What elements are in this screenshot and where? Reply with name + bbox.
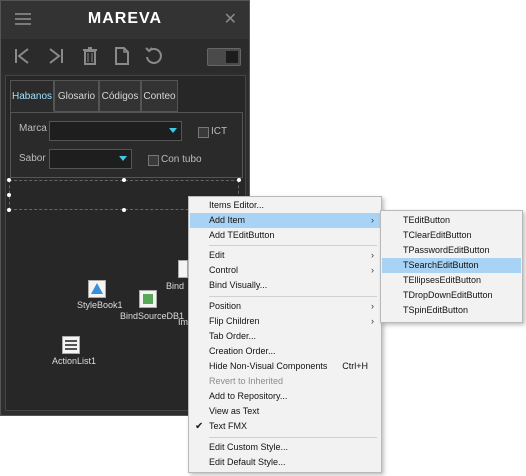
menu-separator	[209, 296, 377, 297]
menu-item-edit-custom-style[interactable]: Edit Custom Style...	[190, 440, 380, 455]
submenu-item-tdropdowneditbutton[interactable]: TDropDownEditButton	[382, 288, 521, 303]
menu-item-bind-visually[interactable]: Bind Visually...	[190, 278, 380, 293]
selection-handle[interactable]	[7, 193, 11, 197]
selection-handle[interactable]	[122, 208, 126, 212]
selection-handle[interactable]	[7, 178, 11, 182]
tab-content: Marca ICT Sabor Con tubo	[10, 112, 243, 178]
menu-item-creation-order[interactable]: Creation Order...	[190, 344, 380, 359]
refresh-icon[interactable]	[143, 45, 165, 67]
marca-combobox[interactable]	[49, 121, 182, 141]
menu-item-tab-order[interactable]: Tab Order...	[190, 329, 380, 344]
chevron-down-icon	[169, 128, 177, 133]
tab-codigos[interactable]: Códigos	[99, 80, 141, 112]
bindinglist-caption: Bind	[166, 281, 185, 291]
menu-item-control[interactable]: Control ›	[190, 263, 380, 278]
checkmark-icon: ✔	[195, 421, 204, 432]
selection-handle[interactable]	[237, 178, 241, 182]
contubo-label: Con tubo	[161, 154, 202, 165]
menu-separator	[209, 437, 377, 438]
tab-glosario[interactable]: Glosario	[54, 80, 99, 112]
stylebook-caption: StyleBook1	[77, 300, 123, 310]
menu-item-position[interactable]: Position ›	[190, 299, 380, 314]
submenu-item-tellipseseditbutton[interactable]: TEllipsesEditButton	[382, 273, 521, 288]
menu-item-add-to-repository[interactable]: Add to Repository...	[190, 389, 380, 404]
chevron-right-icon: ›	[371, 250, 374, 260]
submenu-item-tsearcheditbutton[interactable]: TSearchEditButton	[382, 258, 521, 273]
ict-label: ICT	[211, 126, 228, 137]
toolbar	[1, 39, 249, 73]
close-icon[interactable]: ✕	[224, 9, 237, 28]
sabor-label: Sabor	[19, 153, 46, 164]
tab-habanos[interactable]: Habanos	[10, 80, 54, 112]
add-item-submenu: TEditButton TClearEditButton TPasswordEd…	[380, 210, 523, 323]
menu-item-items-editor[interactable]: Items Editor...	[190, 198, 380, 213]
chevron-right-icon: ›	[371, 215, 374, 225]
submenu-item-tcleareditbutton[interactable]: TClearEditButton	[382, 228, 521, 243]
menu-separator	[209, 245, 377, 246]
submenu-item-teditbutton[interactable]: TEditButton	[382, 213, 521, 228]
sabor-combobox[interactable]	[49, 149, 132, 169]
menu-item-revert-to-inherited: Revert to Inherited	[209, 376, 284, 386]
new-document-icon[interactable]	[111, 45, 133, 67]
chevron-right-icon: ›	[371, 265, 374, 275]
menu-item-add-teditbutton[interactable]: Add TEditButton	[190, 228, 380, 243]
title-bar: MAREVA ✕	[1, 1, 249, 39]
context-menu: Items Editor... Add Item › Add TEditButto…	[188, 196, 382, 473]
last-record-icon[interactable]	[45, 45, 67, 67]
menu-item-edit[interactable]: Edit ›	[190, 248, 380, 263]
chevron-right-icon: ›	[371, 301, 374, 311]
menu-item-add-item[interactable]: Add Item ›	[190, 213, 380, 228]
menu-item-edit-default-style[interactable]: Edit Default Style...	[190, 455, 380, 470]
first-record-icon[interactable]	[11, 45, 33, 67]
toggle-switch[interactable]	[207, 48, 241, 66]
chevron-down-icon	[119, 156, 127, 161]
stylebook-icon[interactable]	[88, 280, 106, 298]
menu-item-hide-non-visual[interactable]: Hide Non-Visual Components Ctrl+H	[190, 359, 380, 374]
menu-item-view-as-text[interactable]: View as Text	[190, 404, 380, 419]
selection-handle[interactable]	[122, 178, 126, 182]
submenu-item-tspineditbutton[interactable]: TSpinEditButton	[382, 303, 521, 318]
selection-handle[interactable]	[7, 208, 11, 212]
submenu-item-tpasswordeditbutton[interactable]: TPasswordEditButton	[382, 243, 521, 258]
shortcut-label: Ctrl+H	[342, 361, 368, 371]
actionlist-caption: ActionList1	[52, 356, 97, 366]
contubo-checkbox[interactable]	[148, 155, 159, 166]
bindsource-caption: BindSourceDB1	[120, 311, 185, 321]
menu-item-flip-children[interactable]: Flip Children ›	[190, 314, 380, 329]
bindinglist-icon[interactable]	[178, 260, 188, 278]
actionlist-icon[interactable]	[62, 336, 80, 354]
bindsource-icon[interactable]	[139, 290, 157, 308]
menu-item-text-fmx[interactable]: ✔ Text FMX	[190, 419, 380, 434]
trash-icon[interactable]	[79, 45, 101, 67]
tab-conteo[interactable]: Conteo	[141, 80, 178, 112]
marca-label: Marca	[19, 123, 47, 134]
window-title: MAREVA	[87, 10, 163, 27]
ict-checkbox[interactable]	[198, 127, 209, 138]
chevron-right-icon: ›	[371, 316, 374, 326]
